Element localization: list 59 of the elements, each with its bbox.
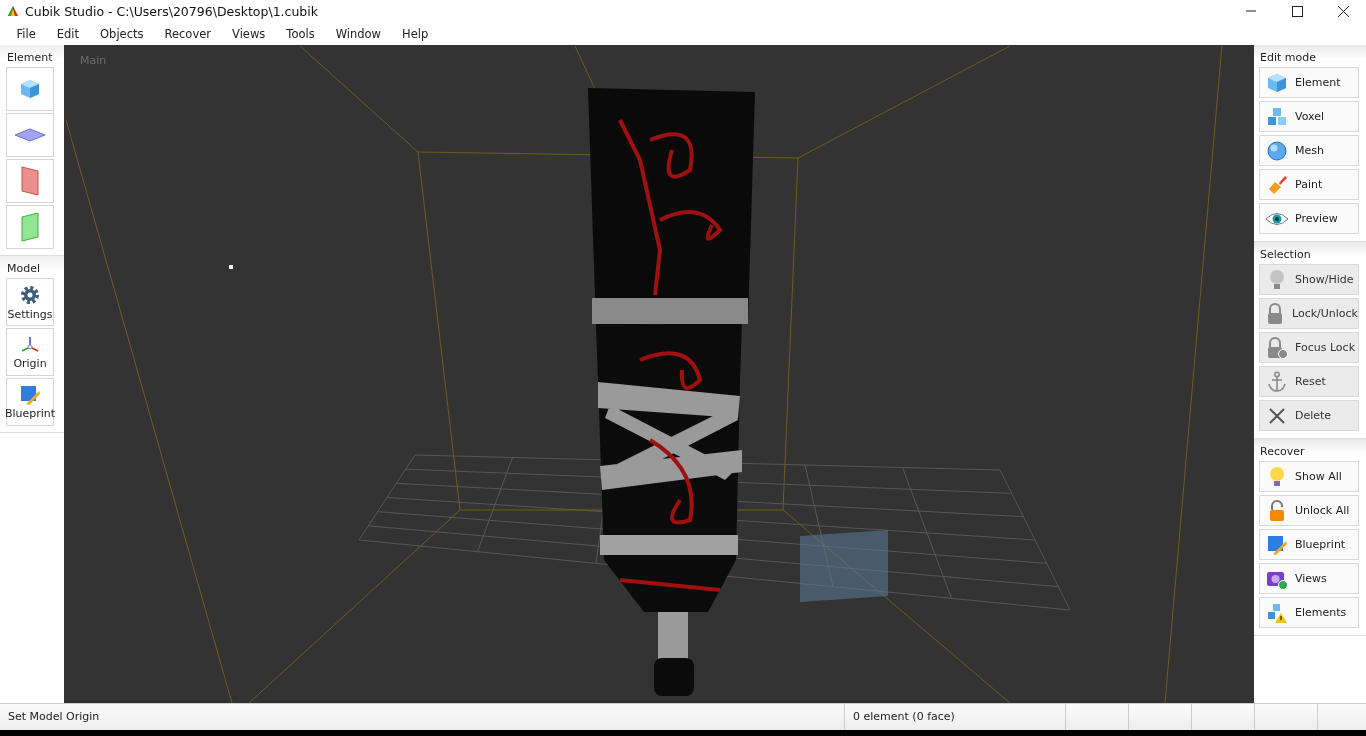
tool-button[interactable]: Show All [1259, 461, 1359, 492]
section-title: Edit mode [1259, 50, 1317, 66]
tool-button[interactable]: Paint [1259, 169, 1359, 200]
horizontal-plane-icon [14, 128, 46, 142]
settings-icon [19, 283, 41, 306]
section-title: Recover [1259, 444, 1306, 460]
blueprint-ruler-icon [1267, 534, 1287, 555]
axes-icon [19, 334, 41, 355]
tool-button[interactable]: Blueprint [6, 378, 54, 426]
tool-button[interactable] [6, 67, 54, 111]
cubes-warning-icon [1266, 601, 1288, 624]
tool-button[interactable]: Unlock All [1259, 495, 1359, 526]
tool-button[interactable]: Settings [6, 278, 54, 326]
tool-button[interactable] [6, 159, 54, 203]
app-logo-icon [7, 5, 19, 17]
window-title: Cubik Studio - C:\Users\20796\Desktop\1.cubik [25, 3, 318, 19]
menu-item[interactable]: Help [391, 26, 439, 41]
tool-button[interactable]: Element [1259, 67, 1359, 98]
menu-item[interactable]: Tools [275, 26, 326, 41]
menu-item[interactable]: Window [325, 26, 392, 41]
padlock-icon [1266, 302, 1285, 325]
cube-icon [19, 78, 41, 100]
anchor-icon [1267, 370, 1287, 393]
close-icon [1268, 406, 1286, 425]
cubes-icon [1266, 105, 1288, 128]
section-title: Model [6, 261, 42, 277]
maximize-icon[interactable] [1291, 5, 1303, 17]
section-title: Selection [1259, 247, 1312, 263]
menu-item[interactable]: Recover [154, 26, 222, 41]
tool-button[interactable]: Preview [1259, 203, 1359, 234]
sphere-icon [1266, 139, 1288, 162]
menu-item[interactable]: Objects [89, 26, 154, 41]
open-padlock-icon [1268, 499, 1286, 522]
origin-point [229, 265, 233, 269]
paintbrush-icon [1266, 173, 1288, 196]
light-bulb-icon [1268, 268, 1286, 291]
light-bulb-icon [1268, 465, 1286, 488]
cube-icon [1266, 71, 1288, 94]
menu-item[interactable]: Edit [46, 26, 90, 41]
element-count: 0 element (0 face) [853, 710, 955, 723]
tool-button[interactable] [6, 205, 54, 249]
side-plane-icon [21, 212, 39, 242]
padlock-check-icon [1266, 336, 1288, 359]
close-icon[interactable] [1337, 5, 1349, 17]
blueprint-ruler-icon [20, 384, 40, 405]
vertical-plane-icon [21, 166, 39, 196]
tool-button[interactable]: Origin [6, 328, 54, 376]
tool-button[interactable]: Blueprint [1259, 529, 1359, 560]
menu-item[interactable]: Views [221, 26, 276, 41]
viewport-label: Main [80, 54, 107, 67]
menu-item[interactable]: File [6, 26, 47, 41]
tool-button[interactable]: Mesh [1259, 135, 1359, 166]
section-title: Element [6, 50, 54, 66]
status-message: Set Model Origin [8, 710, 100, 723]
tool-button[interactable]: Elements [1259, 597, 1359, 628]
eye-icon [1265, 210, 1289, 227]
tool-button[interactable]: Views [1259, 563, 1359, 594]
tool-button[interactable]: Voxel [1259, 101, 1359, 132]
tool-button[interactable] [6, 113, 54, 157]
